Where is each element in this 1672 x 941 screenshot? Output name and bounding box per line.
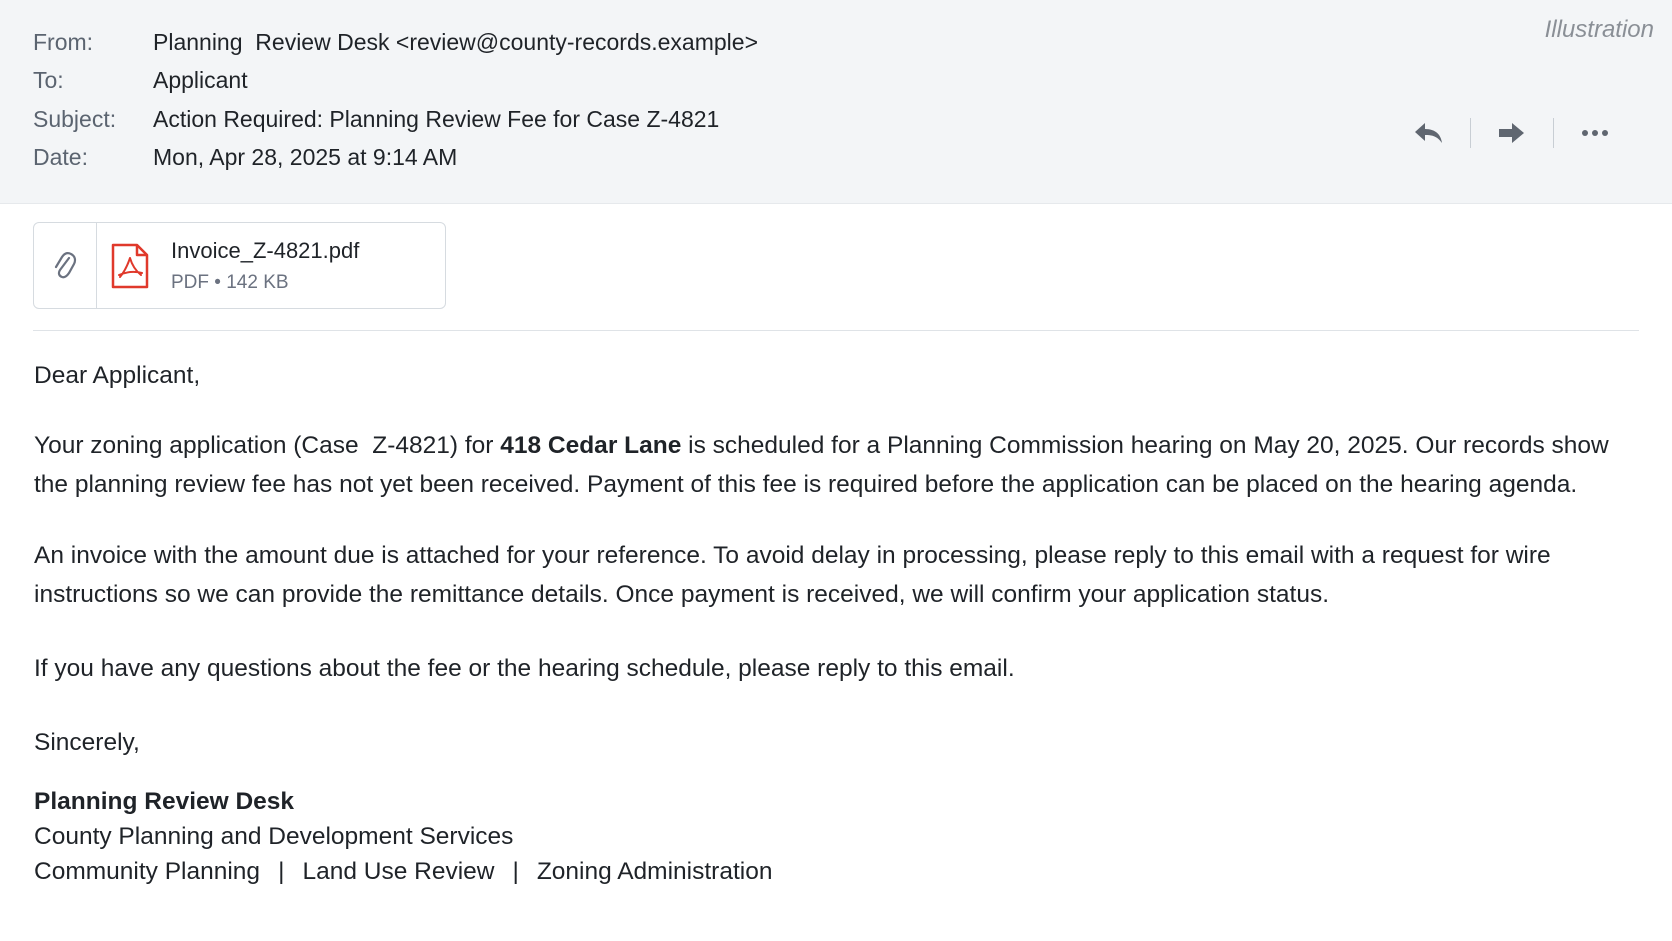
- email-header: Illustration From: Planning Review Desk …: [0, 0, 1672, 204]
- from-label: From:: [33, 28, 94, 55]
- department-item: Land Use Review: [302, 858, 495, 885]
- department-separator: |: [512, 858, 519, 885]
- subject-label: Subject:: [33, 105, 117, 132]
- property-address: 418 Cedar Lane: [500, 432, 682, 459]
- forward-icon: [1499, 123, 1524, 143]
- signature-departments: Community Planning | Land Use Review | Zonin…: [34, 854, 1644, 889]
- to-row: To: Applicant: [33, 64, 248, 96]
- action-separator: [1553, 118, 1554, 148]
- paragraph-questions: If you have any questions about the fee …: [34, 655, 1015, 682]
- forward-button[interactable]: [1483, 113, 1541, 153]
- paragraph-hearing: Your zoning application (Case Z-4821) fo…: [34, 426, 1644, 504]
- attachment-filename[interactable]: Invoice_Z-4821.pdf: [171, 238, 359, 264]
- paragraph-text: Your zoning application (Case Z-4821) fo…: [34, 432, 501, 459]
- date-value: Mon, Apr 28, 2025 at 9:14 AM: [153, 143, 458, 170]
- date-label: Date:: [33, 143, 88, 170]
- illustration-watermark: Illustration: [1544, 16, 1654, 43]
- to-value[interactable]: Applicant: [153, 67, 248, 94]
- department-separator: |: [278, 858, 285, 885]
- to-label: To:: [33, 66, 64, 93]
- attachment-info: Invoice_Z-4821.pdf PDF • 142 KB: [163, 223, 359, 308]
- from-value[interactable]: Planning Review Desk <review@county-reco…: [153, 29, 758, 56]
- message-actions: [1400, 113, 1624, 153]
- from-row: From: Planning Review Desk <review@count…: [33, 26, 758, 58]
- attachment-card[interactable]: Invoice_Z-4821.pdf PDF • 142 KB: [33, 222, 446, 309]
- signature-name: Planning Review Desk: [34, 788, 295, 815]
- closing: Sincerely,: [34, 729, 140, 756]
- message-body: Dear Applicant, Your zoning application …: [34, 356, 1644, 889]
- department-item: Community Planning: [34, 858, 261, 885]
- header-divider: [33, 330, 1639, 331]
- more-icon: [1582, 130, 1608, 136]
- attachment-meta: PDF • 142 KB: [171, 271, 289, 293]
- reply-icon: [1415, 123, 1442, 143]
- action-separator: [1470, 118, 1471, 148]
- paperclip-icon: [34, 223, 97, 308]
- date-row: Date: Mon, Apr 28, 2025 at 9:14 AM: [33, 141, 457, 173]
- subject-value: Action Required: Planning Review Fee for…: [153, 105, 720, 132]
- subject-row: Subject: Action Required: Planning Revie…: [33, 103, 719, 135]
- paragraph-invoice: An invoice with the amount due is attach…: [34, 542, 1551, 608]
- pdf-icon: [97, 223, 163, 308]
- greeting: Dear Applicant,: [34, 362, 201, 389]
- email-view: Illustration From: Planning Review Desk …: [0, 0, 1672, 941]
- signature-org: County Planning and Development Services: [34, 823, 514, 850]
- department-item: Zoning Administration: [536, 858, 773, 885]
- more-button[interactable]: [1566, 113, 1624, 153]
- reply-button[interactable]: [1400, 113, 1458, 153]
